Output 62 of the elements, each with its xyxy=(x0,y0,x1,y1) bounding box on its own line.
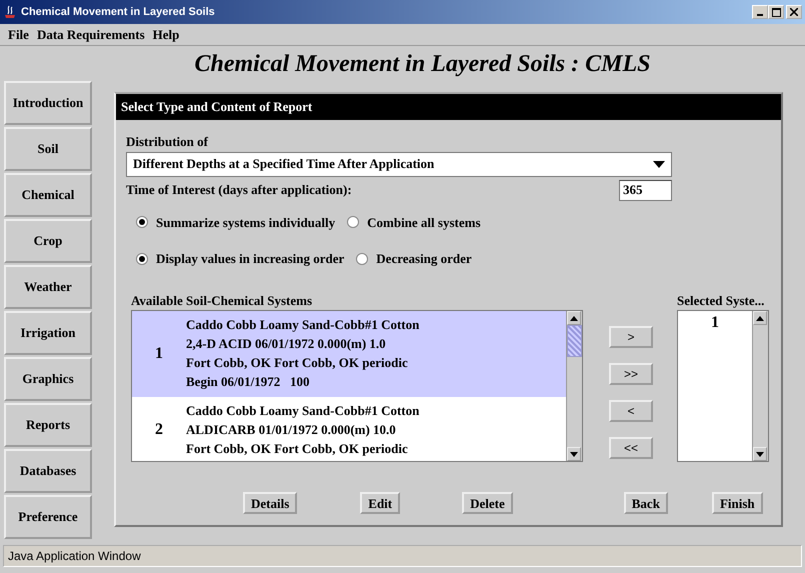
system-row[interactable]: 1 Caddo Cobb Loamy Sand-Cobb#1 Cotton 2,4-D ACID 06/01/1972 0.000(m) 1.0 Fort Cobb, OK Fort Cobb, OK periodic Begin 06/01/1972 100 xyxy=(132,311,566,397)
scroll-up-icon[interactable] xyxy=(753,311,767,325)
selected-system[interactable]: 1 xyxy=(678,311,752,335)
radio-button[interactable] xyxy=(356,252,368,265)
menu-item[interactable]: File xyxy=(4,24,33,44)
system-line: Begin 06/01/1972 100 xyxy=(186,373,311,391)
action-button[interactable]: Details xyxy=(243,492,298,514)
sidebar-button[interactable]: Soil xyxy=(4,127,92,171)
minimize-button[interactable] xyxy=(752,5,768,19)
maximize-icon xyxy=(772,8,780,16)
menu-item[interactable]: Data Requirements xyxy=(32,24,149,44)
transfer-button[interactable]: < xyxy=(609,400,653,422)
system-number: 1 xyxy=(154,344,164,362)
close-button[interactable] xyxy=(786,5,802,19)
system-line: Fort Cobb, OK Fort Cobb, OK periodic xyxy=(186,354,409,372)
scroll-down-icon[interactable] xyxy=(567,447,581,461)
radio-label[interactable]: Decreasing order xyxy=(376,249,472,268)
system-line: Caddo Cobb Loamy Sand-Cobb#1 Cotton xyxy=(186,316,420,334)
radio-label[interactable]: Combine all systems xyxy=(367,212,481,232)
status-bar: Java Application Window xyxy=(3,545,802,567)
sidebar-button[interactable]: Irrigation xyxy=(4,311,92,355)
sidebar-button[interactable]: Preference xyxy=(4,495,92,539)
transfer-button[interactable]: > xyxy=(609,326,653,348)
transfer-button[interactable]: >> xyxy=(609,362,653,384)
transfer-button[interactable]: << xyxy=(609,436,653,458)
radio-button[interactable] xyxy=(136,252,148,265)
list-label: Selected Syste... xyxy=(677,292,766,310)
menu-item[interactable]: Help xyxy=(148,24,184,44)
radio-button[interactable] xyxy=(136,216,148,228)
action-button[interactable]: Edit xyxy=(360,492,400,514)
panel-title: Select Type and Content of Report xyxy=(116,94,781,120)
sidebar-button[interactable]: Reports xyxy=(4,403,92,447)
window-title: Chemical Movement in Layered Soils xyxy=(21,6,216,18)
field-label: Time of Interest (days after application): xyxy=(126,181,353,200)
radio-label[interactable]: Display values in increasing order xyxy=(156,249,344,268)
sidebar-button[interactable]: Graphics xyxy=(4,357,92,401)
scrollbar-thumb[interactable] xyxy=(567,325,582,357)
system-line: 2,4-D ACID 06/01/1972 0.000(m) 1.0 xyxy=(186,335,387,353)
field-label: Distribution of xyxy=(126,133,210,151)
action-button[interactable]: Back xyxy=(624,492,668,514)
sidebar-button[interactable]: Crop xyxy=(4,219,92,263)
caret-icon xyxy=(653,160,665,168)
system-line: Fort Cobb, OK Fort Cobb, OK periodic xyxy=(186,440,409,458)
maximize-button[interactable] xyxy=(768,5,784,19)
system-line: Caddo Cobb Loamy Sand-Cobb#1 Cotton xyxy=(186,402,420,420)
system-number: 2 xyxy=(154,420,164,439)
radio-button[interactable] xyxy=(347,216,360,228)
sidebar-button[interactable]: Introduction xyxy=(4,81,92,125)
action-button[interactable]: Delete xyxy=(462,492,513,514)
distribution-dropdown[interactable]: Different Depths at a Specified Time After Application xyxy=(126,152,672,176)
radio-label[interactable]: Summarize systems individually xyxy=(156,212,336,232)
app-icon xyxy=(3,4,17,20)
close-icon xyxy=(790,8,798,16)
scroll-down-icon[interactable] xyxy=(753,447,767,461)
action-button[interactable]: Finish xyxy=(712,492,763,514)
sidebar-button[interactable]: Databases xyxy=(4,449,92,493)
time-input[interactable]: 365 xyxy=(619,180,672,200)
app-heading: Chemical Movement in Layered Soils : CMLS xyxy=(194,50,652,79)
system-line: ALDICARB 01/01/1972 0.000(m) 10.0 xyxy=(186,421,397,439)
sidebar-button[interactable]: Chemical xyxy=(4,173,92,217)
list-label: Available Soil-Chemical Systems xyxy=(131,292,314,310)
sidebar-button[interactable]: Weather xyxy=(4,265,92,309)
